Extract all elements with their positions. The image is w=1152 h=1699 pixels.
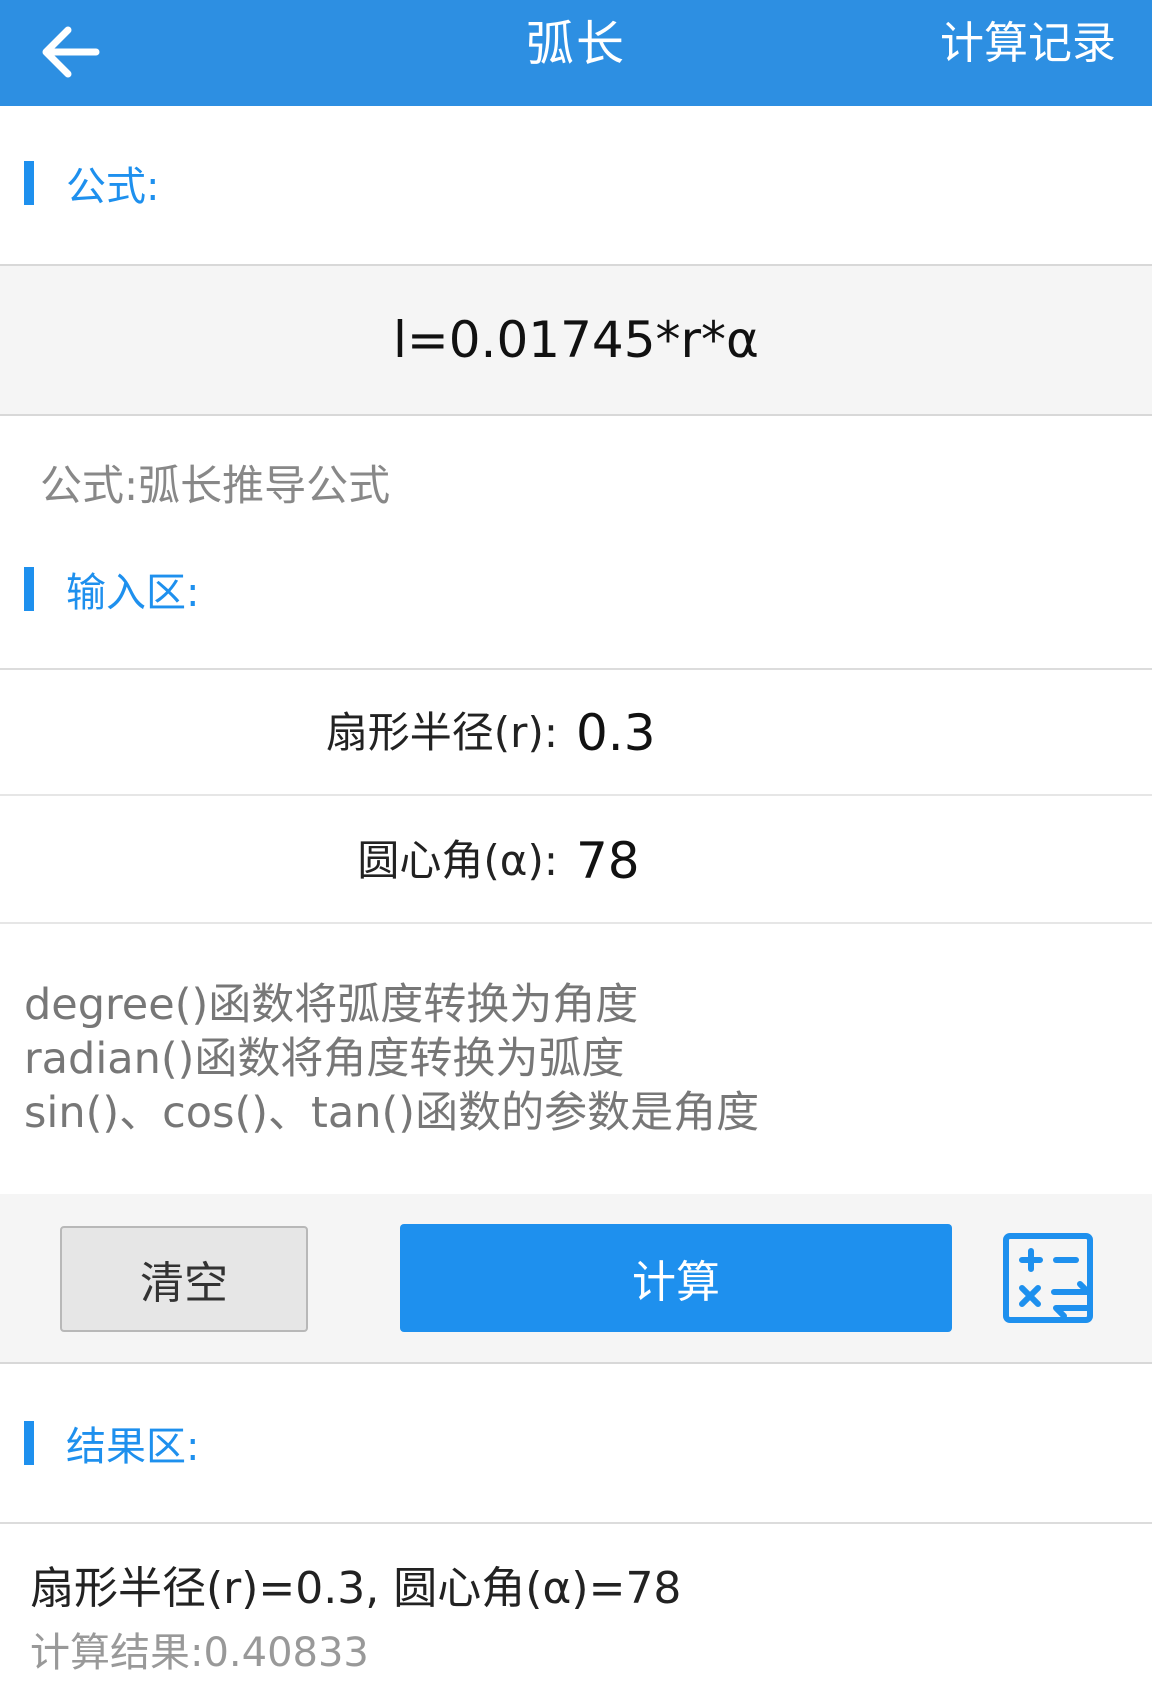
angle-row: 圆心角(α): [0,798,1152,924]
formula-name: 公式:弧长推导公式 [40,461,391,510]
calculator-button[interactable] [1000,1230,1100,1330]
section-marker [24,567,34,611]
formula-display: l=0.01745*r*α [0,264,1152,416]
function-notes: degree()函数将弧度转换为角度 radian()函数将角度转换为弧度 si… [24,978,759,1140]
formula-section-label: 公式: [66,164,160,210]
divider [0,1522,1152,1524]
radius-label: 扇形半径(r): [325,708,558,757]
input-section-header: 输入区: [0,534,1152,644]
note-line: degree()函数将弧度转换为角度 [24,980,639,1030]
history-button[interactable]: 计算记录 [940,0,1116,88]
note-line: radian()函数将角度转换为弧度 [24,1034,625,1084]
angle-input[interactable] [576,798,1076,924]
app-bar: 弧长 计算记录 [0,0,1152,106]
action-bar: 清空 计算 [0,1194,1152,1364]
clear-button[interactable]: 清空 [60,1226,308,1332]
radius-row: 扇形半径(r): [0,670,1152,796]
formula-text: l=0.01745*r*α [392,311,760,369]
radius-input[interactable] [576,670,1076,796]
result-summary: 扇形半径(r)=0.3, 圆心角(α)=78 [30,1563,682,1614]
result-section-header: 结果区: [0,1388,1152,1498]
calculator-icon [1003,1233,1093,1323]
result-section-label: 结果区: [66,1424,200,1470]
result-value: 计算结果:0.40833 [30,1630,369,1676]
section-marker [24,1421,34,1465]
arc-length-calculator-page: 弧长 计算记录 公式: l=0.01745*r*α 公式:弧长推导公式 输入区:… [0,0,1152,1699]
input-section-label: 输入区: [66,570,200,616]
calculate-button[interactable]: 计算 [400,1224,952,1332]
section-marker [24,161,34,205]
angle-label: 圆心角(α): [357,836,558,885]
note-line: sin()、cos()、tan()函数的参数是角度 [24,1088,760,1138]
formula-section-header: 公式: [0,128,1152,238]
